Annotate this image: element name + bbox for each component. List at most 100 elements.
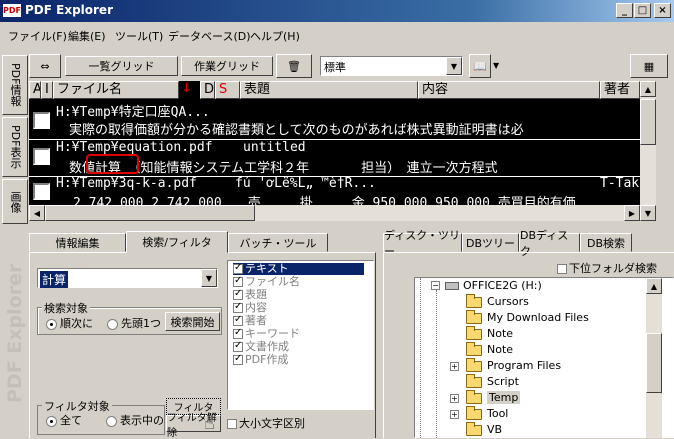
tree-drive[interactable]: OFFICE2G (H:) <box>445 278 542 294</box>
tab-batch-tools[interactable]: バッチ・ツール <box>228 233 328 252</box>
scroll-right-icon[interactable]: ▶ <box>624 205 640 221</box>
case-sensitive-checkbox[interactable]: 大小文字区別 <box>227 415 305 431</box>
tree-scrollbar[interactable]: ▲ <box>646 278 662 438</box>
row-checkbox[interactable] <box>33 112 50 129</box>
grid-list-button[interactable]: 一覧グリッド <box>65 56 178 76</box>
collapse-icon[interactable]: − <box>431 281 440 290</box>
book-dropdown-icon[interactable]: ▼ <box>493 61 499 70</box>
hand-cursor-icon: ☝ <box>204 413 215 434</box>
search-query-value: 計算 <box>40 271 69 288</box>
work-grid-button[interactable]: 作業グリッド <box>181 56 273 76</box>
table-row[interactable]: H:¥Temp¥equation.pdf untitled 数値計算 （知能情報… <box>29 140 640 176</box>
radio-sequential[interactable]: 順次に <box>46 315 93 331</box>
tab-db-tree[interactable]: DBツリー <box>462 233 519 252</box>
delete-grid-icon[interactable]: 🗑 <box>276 54 312 78</box>
col-header-d[interactable]: D <box>200 81 215 99</box>
field-item-creator[interactable]: 文書作成 <box>233 340 289 353</box>
tree-folder-tool[interactable]: Tool <box>466 405 508 422</box>
col-header-content[interactable]: 内容 <box>418 81 600 99</box>
col-header-title[interactable]: 表題 <box>240 81 418 99</box>
scroll-left-icon[interactable]: ◀ <box>29 205 45 221</box>
columns-icon[interactable]: ⇔ <box>29 54 61 78</box>
field-item-author[interactable]: 著者 <box>233 314 267 327</box>
tab-pdf-display[interactable]: PDF表示 <box>2 117 28 177</box>
layout-icon[interactable]: ▦ <box>630 54 668 78</box>
row-checkbox[interactable] <box>33 148 50 165</box>
tree-folder-note[interactable]: Note <box>466 325 513 342</box>
scroll-up-icon[interactable]: ▲ <box>646 278 662 294</box>
tree-folder-my-download-files[interactable]: My Download Files <box>466 309 589 326</box>
row-checkbox[interactable] <box>33 183 50 200</box>
scroll-down-icon[interactable]: ▼ <box>640 205 656 221</box>
col-header-filename[interactable]: ファイル名 <box>53 81 179 99</box>
tab-db-search[interactable]: DB検索 <box>580 233 632 252</box>
tree-folder-script[interactable]: Script <box>466 373 519 390</box>
col-header-a[interactable]: A <box>29 81 41 99</box>
tree-folder-temp[interactable]: Temp <box>466 389 521 406</box>
col-header-s[interactable]: S <box>215 81 240 99</box>
expand-icon[interactable]: + <box>450 362 459 371</box>
tab-search-filter[interactable]: 検索/フィルタ <box>126 231 228 253</box>
tree-folder-note-2[interactable]: Note <box>466 341 513 358</box>
expand-icon[interactable]: + <box>450 394 459 403</box>
field-item-text[interactable]: テキスト <box>233 262 364 275</box>
field-item-title[interactable]: 表題 <box>233 288 267 301</box>
folder-icon <box>466 421 482 436</box>
search-start-button[interactable]: 検索開始 <box>165 312 220 331</box>
row-author: T-Tak <box>600 176 640 191</box>
tree-folder-cursors[interactable]: Cursors <box>466 293 529 310</box>
grid-hscrollbar[interactable]: ◀ ▶ <box>29 205 640 221</box>
col-header-i[interactable]: I <box>41 81 53 99</box>
tree-folder-vb[interactable]: VB <box>466 421 502 438</box>
tab-image[interactable]: 画像 <box>2 179 28 224</box>
field-item-content[interactable]: 内容 <box>233 301 267 314</box>
folder-icon <box>466 309 482 324</box>
search-hit-highlight <box>86 154 139 174</box>
row-title: untitled <box>243 140 306 155</box>
field-item-producer[interactable]: PDF作成 <box>233 353 288 366</box>
radio-first[interactable]: 先頭1つ <box>107 315 161 331</box>
radio-all[interactable]: 全て <box>46 412 82 428</box>
menu-file[interactable]: ファイル(F) <box>8 28 67 44</box>
title-bar: PDF PDF Explorer _ □ × <box>0 0 674 22</box>
menu-help[interactable]: ヘルプ(H) <box>250 28 300 44</box>
tab-pdf-info[interactable]: PDF情報 <box>2 55 28 115</box>
grid-scrollbar[interactable]: ▲ ▼ <box>640 81 656 221</box>
style-select[interactable]: 標準 ▼ <box>320 56 463 76</box>
scroll-up-icon[interactable]: ▲ <box>640 81 656 97</box>
col-header-author[interactable]: 著者 <box>600 81 640 99</box>
tree-folder-program-files[interactable]: Program Files <box>466 357 561 374</box>
field-item-filename[interactable]: ファイル名 <box>233 275 300 288</box>
tab-info-edit[interactable]: 情報編集 <box>29 233 126 252</box>
scroll-thumb[interactable] <box>640 99 656 145</box>
tree-line <box>420 278 421 438</box>
style-select-value: 標準 <box>324 61 346 74</box>
folder-icon <box>466 341 482 356</box>
chevron-down-icon[interactable]: ▼ <box>201 269 217 287</box>
menu-edit[interactable]: 編集(E) <box>68 28 106 44</box>
row-title: fú 'ơLë%L„ ™è†R... <box>235 176 376 191</box>
menu-tools[interactable]: ツール(T) <box>115 28 163 44</box>
maximize-button[interactable]: □ <box>634 3 651 18</box>
folder-icon <box>466 357 482 372</box>
table-row[interactable]: H:¥Temp¥特定口座QA... 実際の取得価額が分かる確認書類として次のもの… <box>29 100 640 138</box>
expand-icon[interactable]: + <box>450 410 459 419</box>
row-detail: 実際の取得価額が分かる確認書類として次のものがあれば株式異動証明書は必 <box>56 123 524 138</box>
sort-desc-icon: ↓ <box>181 81 192 96</box>
radio-displayed[interactable]: 表示中の <box>106 412 164 428</box>
panel-splitter[interactable] <box>376 228 382 438</box>
hscroll-thumb[interactable] <box>45 205 255 221</box>
menu-database[interactable]: データベース(D) <box>168 28 251 44</box>
search-query-select[interactable]: 計算 ▼ <box>37 268 218 288</box>
row-path: H:¥Temp¥特定口座QA... <box>56 105 210 120</box>
book-icon[interactable]: 📖 <box>469 54 491 78</box>
minimize-button[interactable]: _ <box>616 3 633 18</box>
close-button[interactable]: × <box>654 3 671 18</box>
table-row[interactable]: H:¥Temp¥3q-k-a.pdf fú 'ơLë%L„ ™è†R... T-… <box>29 176 640 211</box>
subfolder-search-checkbox[interactable]: 下位フォルダ検索 <box>557 260 657 276</box>
tab-disk-tree[interactable]: ディスク・ツリー <box>383 229 462 258</box>
tab-db-disk[interactable]: DBディスク <box>519 229 580 258</box>
field-item-keyword[interactable]: キーワード <box>233 327 300 340</box>
chevron-down-icon[interactable]: ▼ <box>446 57 462 75</box>
tree-scroll-thumb[interactable] <box>646 333 662 393</box>
